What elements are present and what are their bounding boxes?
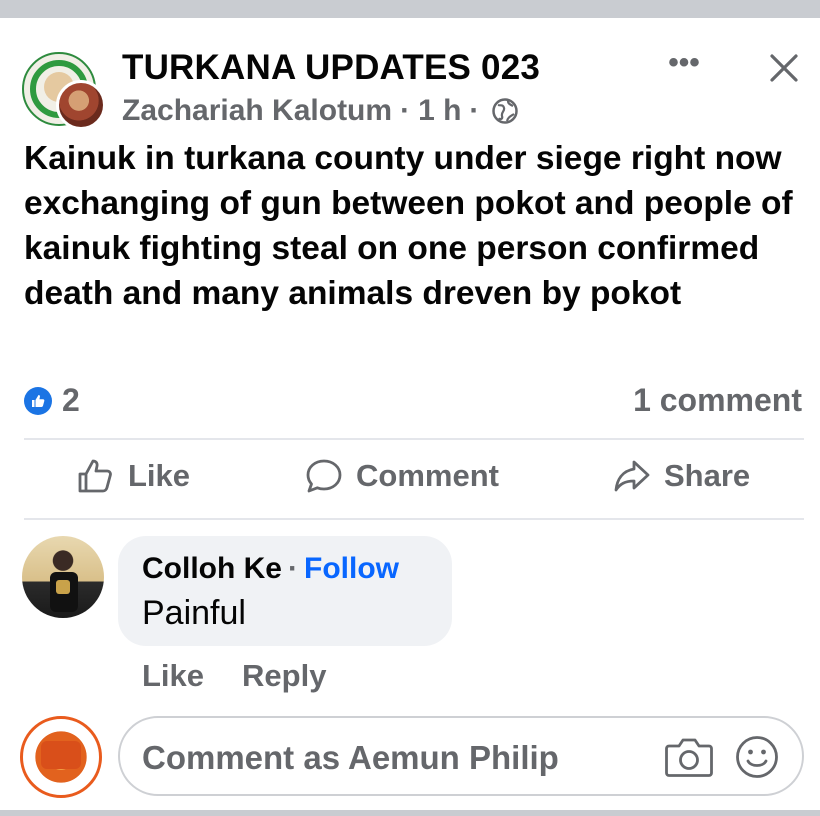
author-name[interactable]: Zachariah Kalotum <box>122 94 392 128</box>
comment-like-button[interactable]: Like <box>142 658 204 694</box>
avatar-shirt-print <box>56 580 70 594</box>
comment-input[interactable] <box>142 736 642 780</box>
divider <box>24 518 804 520</box>
comment-composer <box>118 716 804 796</box>
bottom-band <box>0 810 820 816</box>
close-icon[interactable] <box>764 48 804 88</box>
post-header: TURKANA UPDATES 023 Zachariah Kalotum · … <box>22 46 812 136</box>
meta-separator-2: · <box>469 94 480 127</box>
comment-text: Painful <box>142 594 246 632</box>
meta-separator: · <box>400 94 411 127</box>
thumbs-up-icon <box>78 459 112 493</box>
reaction-summary[interactable]: 2 <box>24 382 80 419</box>
author-avatar[interactable] <box>56 80 106 130</box>
comment-button[interactable]: Comment <box>304 456 499 496</box>
post-meta: Zachariah Kalotum · 1 h · <box>122 94 519 128</box>
comment-reply-button[interactable]: Reply <box>242 658 326 694</box>
post-body-text: Kainuk in turkana county under siege rig… <box>24 140 793 312</box>
like-badge-icon <box>24 386 52 415</box>
more-options-button[interactable]: ••• <box>662 48 706 84</box>
reaction-count: 2 <box>62 382 80 418</box>
commenter-avatar[interactable] <box>22 536 104 618</box>
camera-icon[interactable] <box>664 734 714 780</box>
divider <box>24 438 804 440</box>
post-time[interactable]: 1 h <box>418 94 461 128</box>
share-arrow-icon <box>614 460 650 492</box>
comment-separator: · <box>288 552 298 585</box>
share-button[interactable]: Share <box>612 456 750 496</box>
follow-link[interactable]: Follow <box>304 552 399 585</box>
comment-button-label: Comment <box>356 458 499 493</box>
group-name[interactable]: TURKANA UPDATES 023 <box>122 48 540 88</box>
composer-avatar-figures <box>41 741 81 769</box>
comment-actions: Like Reply <box>142 658 364 694</box>
comment-bubble: Colloh Ke · Follow Painful <box>118 536 452 646</box>
globe-icon <box>492 98 519 124</box>
like-button[interactable]: Like <box>76 456 190 496</box>
emoji-icon[interactable] <box>734 734 780 780</box>
comment-bubble-icon <box>306 459 342 493</box>
share-button-label: Share <box>664 458 751 493</box>
post-action-bar: Like Comment Share <box>24 448 804 510</box>
comment-author-name[interactable]: Colloh Ke <box>142 552 282 585</box>
composer-avatar <box>20 716 102 798</box>
top-band <box>0 0 820 18</box>
comment-count-link[interactable]: 1 comment <box>633 382 802 419</box>
comment-author-line: Colloh Ke · Follow <box>142 552 399 586</box>
like-button-label: Like <box>128 458 191 493</box>
